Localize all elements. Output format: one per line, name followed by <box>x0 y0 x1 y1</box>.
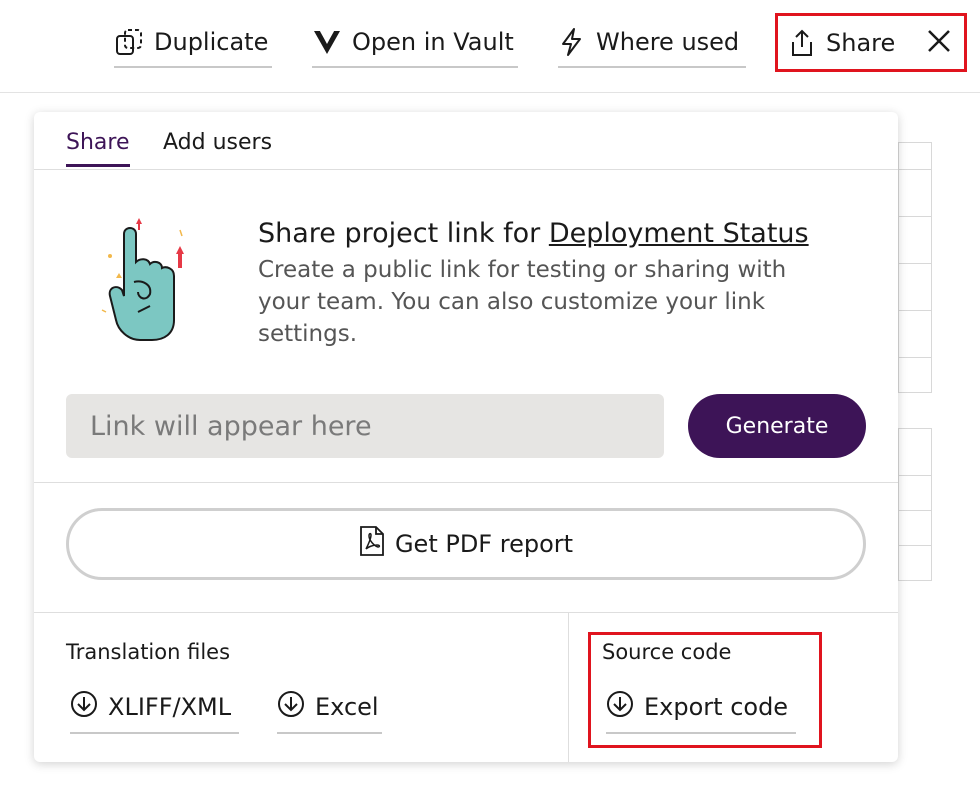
excel-label: Excel <box>315 693 379 721</box>
background-table-cell <box>898 428 932 476</box>
link-input[interactable]: Link will appear here <box>66 394 664 458</box>
open-in-vault-button[interactable]: Open in Vault <box>312 22 518 68</box>
tab-add-users[interactable]: Add users <box>163 130 272 167</box>
where-used-label: Where used <box>596 28 740 56</box>
open-in-vault-label: Open in Vault <box>352 28 514 56</box>
panel-tabs: Share Add users <box>34 112 898 170</box>
background-table-cell <box>898 263 932 311</box>
pdf-file-icon <box>359 525 385 563</box>
xliff-xml-label: XLIFF/XML <box>108 693 232 721</box>
background-table-cell <box>898 510 932 546</box>
divider <box>34 612 898 613</box>
download-circle-icon <box>277 690 305 724</box>
background-table-cell <box>898 545 932 581</box>
share-headline: Share project link for Deployment Status <box>258 218 809 249</box>
get-pdf-report-button[interactable]: Get PDF report <box>66 508 866 580</box>
generate-button[interactable]: Generate <box>688 394 866 458</box>
translation-files-title: Translation files <box>66 640 231 664</box>
background-table-cell <box>898 216 932 264</box>
divider <box>34 482 898 483</box>
share-description: Create a public link for testing or shar… <box>258 257 787 347</box>
source-code-highlight-box <box>588 632 822 748</box>
xliff-xml-download-button[interactable]: XLIFF/XML <box>70 686 239 734</box>
get-pdf-report-label: Get PDF report <box>394 530 574 558</box>
share-highlight-box <box>775 13 967 72</box>
excel-download-button[interactable]: Excel <box>277 686 382 734</box>
background-table-cell <box>898 357 932 393</box>
tab-share[interactable]: Share <box>66 130 130 167</box>
pointing-hand-illustration <box>98 216 228 356</box>
lightning-icon <box>558 27 586 57</box>
where-used-button[interactable]: Where used <box>558 22 746 68</box>
duplicate-label: Duplicate <box>154 28 269 56</box>
background-table-cell <box>898 310 932 358</box>
project-name-link[interactable]: Deployment Status <box>549 218 809 249</box>
headline-prefix: Share project link for <box>258 218 549 249</box>
vertical-divider <box>568 613 569 762</box>
background-table-cell <box>898 142 932 170</box>
download-circle-icon <box>70 690 98 724</box>
background-table-cell <box>898 475 932 511</box>
duplicate-icon <box>114 27 144 57</box>
vault-logo-icon <box>312 28 342 56</box>
background-table-cell <box>898 169 932 217</box>
duplicate-button[interactable]: Duplicate <box>114 22 272 68</box>
